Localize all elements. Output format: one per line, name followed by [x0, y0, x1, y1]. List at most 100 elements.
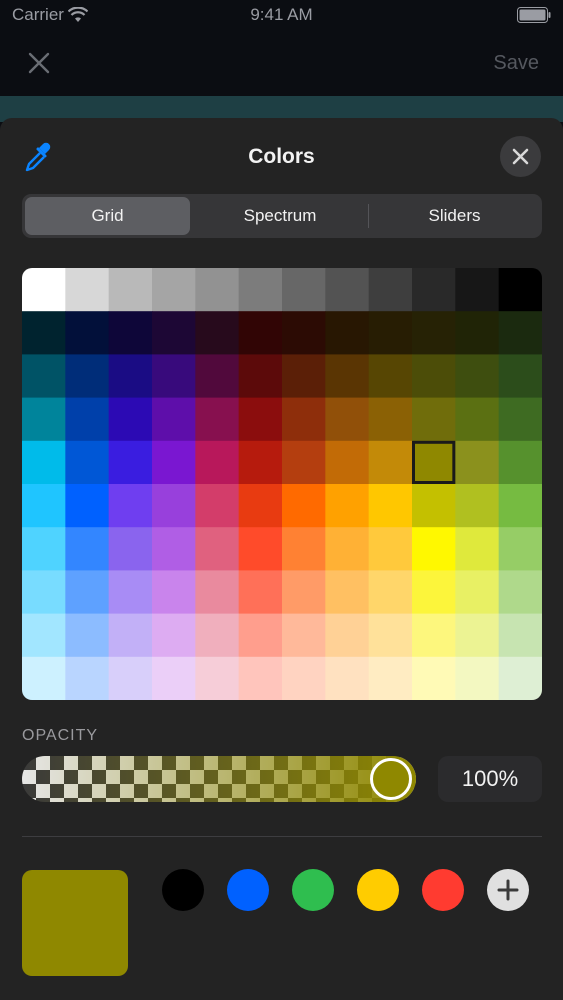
color-grid-cell[interactable]: [238, 656, 283, 700]
close-icon[interactable]: [24, 48, 54, 78]
color-grid-cell[interactable]: [195, 484, 240, 528]
color-grid-cell[interactable]: [325, 570, 370, 615]
color-grid-cell[interactable]: [195, 268, 240, 312]
color-grid-cell[interactable]: [65, 613, 110, 658]
color-grid-cell[interactable]: [498, 354, 542, 399]
color-grid-cell[interactable]: [108, 656, 153, 700]
color-grid-cell[interactable]: [412, 311, 456, 355]
color-grid-cell[interactable]: [455, 570, 500, 615]
color-grid-cell[interactable]: [498, 397, 542, 442]
color-grid-cell[interactable]: [22, 613, 66, 658]
color-grid-cell[interactable]: [238, 311, 283, 355]
color-grid-cell[interactable]: [108, 354, 153, 399]
color-grid-cell[interactable]: [22, 484, 66, 528]
color-grid-cell[interactable]: [65, 397, 110, 442]
color-grid-cell[interactable]: [455, 613, 500, 658]
color-grid-cell[interactable]: [152, 484, 196, 528]
color-grid-cell[interactable]: [152, 268, 196, 312]
color-grid-cell[interactable]: [498, 440, 542, 485]
color-grid-cell[interactable]: [238, 354, 283, 399]
color-grid-cell[interactable]: [455, 440, 500, 485]
color-grid-cell[interactable]: [22, 527, 66, 571]
color-grid-cell[interactable]: [282, 527, 326, 571]
opacity-slider[interactable]: [22, 756, 416, 802]
color-grid-cell[interactable]: [412, 354, 456, 399]
add-favorite-button[interactable]: [487, 869, 529, 911]
color-grid-cell[interactable]: [455, 484, 500, 528]
color-grid-cell[interactable]: [455, 311, 500, 355]
color-grid-cell[interactable]: [368, 397, 413, 442]
color-grid-cell[interactable]: [195, 440, 240, 485]
color-grid-cell[interactable]: [412, 613, 456, 658]
color-grid-cell[interactable]: [325, 268, 370, 312]
color-grid-cell[interactable]: [238, 484, 283, 528]
color-grid-cell[interactable]: [152, 613, 196, 658]
color-grid-cell[interactable]: [368, 656, 413, 700]
color-grid-cell[interactable]: [282, 397, 326, 442]
color-grid-cell[interactable]: [368, 440, 413, 485]
color-grid-cell[interactable]: [22, 354, 66, 399]
color-grid-cell[interactable]: [325, 656, 370, 700]
color-grid-cell[interactable]: [108, 397, 153, 442]
color-grid-cell[interactable]: [368, 311, 413, 355]
color-grid-cell[interactable]: [152, 311, 196, 355]
color-grid-cell[interactable]: [238, 397, 283, 442]
color-grid-cell[interactable]: [22, 656, 66, 700]
color-grid-cell[interactable]: [368, 268, 413, 312]
color-grid-cell[interactable]: [108, 268, 153, 312]
color-grid-cell[interactable]: [455, 397, 500, 442]
color-grid-cell[interactable]: [412, 397, 456, 442]
color-grid-cell[interactable]: [108, 527, 153, 571]
color-grid-cell[interactable]: [412, 527, 456, 571]
color-grid-cell[interactable]: [368, 354, 413, 399]
color-grid-cell[interactable]: [282, 440, 326, 485]
tab-sliders[interactable]: Sliders: [370, 197, 539, 235]
color-grid-cell[interactable]: [368, 570, 413, 615]
color-grid-cell[interactable]: [238, 440, 283, 485]
color-grid-cell[interactable]: [325, 613, 370, 658]
color-grid-cell[interactable]: [65, 570, 110, 615]
color-grid-cell[interactable]: [195, 570, 240, 615]
color-grid-cell[interactable]: [238, 570, 283, 615]
color-grid-cell[interactable]: [325, 527, 370, 571]
color-grid-cell[interactable]: [195, 527, 240, 571]
color-grid-cell[interactable]: [498, 311, 542, 355]
color-grid-cell[interactable]: [65, 656, 110, 700]
color-grid-cell[interactable]: [65, 527, 110, 571]
color-grid-cell[interactable]: [325, 397, 370, 442]
color-grid-cell[interactable]: [282, 311, 326, 355]
color-grid-cell[interactable]: [455, 354, 500, 399]
color-grid-cell[interactable]: [108, 613, 153, 658]
color-grid-cell[interactable]: [108, 311, 153, 355]
color-grid-cell[interactable]: [412, 440, 456, 485]
favorite-swatch-black[interactable]: [162, 869, 204, 911]
color-grid-cell[interactable]: [455, 268, 500, 312]
color-grid-cell[interactable]: [282, 484, 326, 528]
save-button[interactable]: Save: [493, 52, 539, 75]
color-grid-cell[interactable]: [238, 613, 283, 658]
color-grid-cell[interactable]: [325, 354, 370, 399]
color-grid-cell[interactable]: [412, 484, 456, 528]
color-grid-cell[interactable]: [282, 570, 326, 615]
color-grid-cell[interactable]: [152, 656, 196, 700]
color-grid-cell[interactable]: [195, 311, 240, 355]
close-button[interactable]: [500, 136, 541, 177]
color-grid-cell[interactable]: [22, 570, 66, 615]
color-grid-cell[interactable]: [152, 570, 196, 615]
color-grid-cell[interactable]: [368, 527, 413, 571]
color-grid-cell[interactable]: [65, 311, 110, 355]
color-grid-cell[interactable]: [65, 484, 110, 528]
color-grid-cell[interactable]: [368, 613, 413, 658]
color-grid-cell[interactable]: [195, 354, 240, 399]
color-grid-cell[interactable]: [238, 527, 283, 571]
color-grid-cell[interactable]: [282, 613, 326, 658]
color-grid-cell[interactable]: [195, 656, 240, 700]
color-grid-cell[interactable]: [152, 527, 196, 571]
color-grid-cell[interactable]: [498, 268, 542, 312]
color-grid-cell[interactable]: [22, 268, 66, 312]
color-grid-cell[interactable]: [455, 527, 500, 571]
favorite-swatch-blue[interactable]: [227, 869, 269, 911]
color-grid-cell[interactable]: [412, 656, 456, 700]
color-grid-cell[interactable]: [195, 397, 240, 442]
color-grid-cell[interactable]: [22, 311, 66, 355]
